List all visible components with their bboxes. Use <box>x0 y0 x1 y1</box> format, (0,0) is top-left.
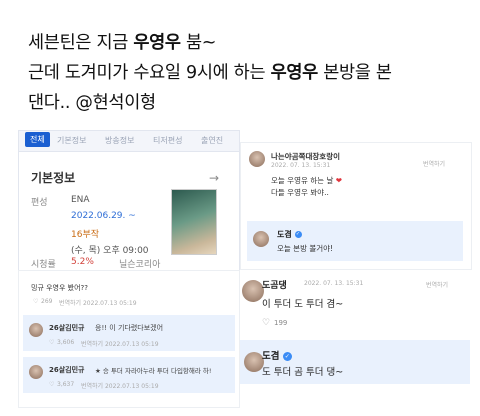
tweet-line-1: 세븐틴은 지금 우영우 붐~ <box>28 28 468 58</box>
comment-1-text: 응!! 이 기다렸다보겠어 <box>95 324 164 332</box>
tweet-line-2-pre: 근데 도겨미가 수요일 9시에 하는 <box>28 63 271 83</box>
heart-icon: ❤ <box>335 176 343 185</box>
comment-2: 26살김민규 ★ 승 투더 자라아누라 투더 다입항해라 하! ♡ 3,637 … <box>23 357 235 393</box>
arrow-icon[interactable]: → <box>209 171 219 185</box>
top-comment-likes: 269 <box>41 298 53 305</box>
verified-badge-icon: ✓ <box>282 352 292 361</box>
tweet-line-2-post: 본방을 본 <box>317 63 392 83</box>
avatar[interactable] <box>253 231 269 247</box>
row-value-date: 2022.06.29. ~ <box>71 211 136 221</box>
reply-author-name: 도겸 <box>277 230 292 239</box>
section-title: 기본정보 <box>31 171 76 185</box>
row-label-channel: 편성 <box>31 198 48 208</box>
top-comment-text: 밍규 우영우 봤어?? <box>31 284 88 292</box>
post-author[interactable]: 도곰댕 <box>262 278 287 291</box>
drama-poster-image[interactable] <box>171 189 217 255</box>
heart-icon[interactable]: ♡ <box>262 318 270 328</box>
comment-2-likes: 3,637 <box>57 381 75 388</box>
reply-author[interactable]: 도겸 ✓ <box>262 348 292 362</box>
row-value-channel: ENA <box>71 195 90 205</box>
reply-text: 오늘 본방 볼거야! <box>277 244 334 253</box>
post-date: 2022. 07. 13. 15:31 <box>304 280 364 287</box>
post-author[interactable]: 나는야곰쪽대장호랑이 <box>271 151 340 162</box>
row-value-rating: 5.2% <box>71 257 94 267</box>
tweet-text: 세븐틴은 지금 우영우 붐~ 근데 도겨미가 수요일 9시에 하는 우영우 본방… <box>28 28 468 118</box>
tweet-line-1-pre: 세븐틴은 지금 <box>28 33 134 53</box>
comment-1-name[interactable]: 26살김민규 <box>49 323 85 333</box>
translate-link[interactable]: 번역하기 <box>423 159 445 168</box>
right-bottom-post: 도곰댕 2022. 07. 13. 15:31 번역하기 이 투더 도 투더 겸… <box>240 270 470 408</box>
left-comments: 밍규 우영우 봤어?? ♡ 269 번역하기 2022.07.13 05:19 … <box>18 270 240 408</box>
top-comment-meta: 번역하기 2022.07.13 05:19 <box>59 300 137 307</box>
post-line-1-text: 오늘 우영유 하는 날 <box>271 176 334 185</box>
comment-2-meta: 번역하기 2022.07.13 05:19 <box>81 383 159 390</box>
avatar[interactable] <box>244 352 264 372</box>
row-value-episodes: 16부작 <box>71 230 100 240</box>
post-date: 2022. 07. 13. 15:31 <box>271 162 331 169</box>
tweet-line-1-post: 붐~ <box>180 33 217 53</box>
post-text: 이 투더 도 투더 겸~ <box>262 299 344 310</box>
tweet-line-2-bold: 우영우 <box>270 63 319 83</box>
comment-2-name[interactable]: 26살김민규 <box>49 365 85 375</box>
row-label-rating: 시청률 <box>31 260 56 270</box>
reply: 도겸 ✓ 도 투더 곰 투더 댕~ <box>240 340 470 384</box>
verified-badge-icon: ✓ <box>294 231 302 238</box>
reply: 도겸 ✓ 오늘 본방 볼거야! <box>247 221 463 261</box>
row-value-schedule: (수, 목) 오후 09:00 <box>71 246 149 256</box>
comment-1: 26살김민규 응!! 이 기다렸다보겠어 ♡ 3,606 번역하기 2022.0… <box>23 315 235 351</box>
tab-broadcast-info[interactable]: 방송정보 <box>105 135 134 146</box>
tab-all[interactable]: 전체 <box>25 132 50 147</box>
post-likes: 199 <box>274 319 288 327</box>
avatar[interactable] <box>242 280 264 302</box>
drama-info-panel: 전체 기본정보 방송정보 티저편성 출연진 기본정보 → 편성 ENA 2022… <box>18 130 240 272</box>
translate-link[interactable]: 번역하기 <box>426 280 448 289</box>
avatar[interactable] <box>29 365 43 379</box>
post-line-1: 오늘 우영유 하는 날 ❤ <box>271 175 342 186</box>
heart-icon[interactable]: ♡ <box>49 381 54 388</box>
tab-basic-info[interactable]: 기본정보 <box>57 135 86 146</box>
comment-1-likes: 3,606 <box>57 339 75 346</box>
right-top-post: 나는야곰쪽대장호랑이 2022. 07. 13. 15:31 번역하기 오늘 우… <box>240 142 472 270</box>
comment-2-text: ★ 승 투더 자라아누라 투더 다입항해라 하! <box>95 367 212 375</box>
heart-icon[interactable]: ♡ <box>33 298 38 305</box>
reply-text: 도 투더 곰 투더 댕~ <box>262 367 344 378</box>
tab-cast[interactable]: 출연진 <box>201 135 223 146</box>
row-value-rating-source: 닐슨코리아 <box>119 260 161 270</box>
comment-1-meta: 번역하기 2022.07.13 05:19 <box>81 341 159 348</box>
reply-author[interactable]: 도겸 ✓ <box>277 229 302 240</box>
heart-icon[interactable]: ♡ <box>49 339 54 346</box>
reply-author-name: 도겸 <box>262 351 280 362</box>
post-line-2: 다들 우영우 봐야.. <box>271 188 329 197</box>
tweet-line-2: 근데 도겨미가 수요일 9시에 하는 우영우 본방을 본 <box>28 58 468 88</box>
tweet-line-3: 댄다.. @현석이형 <box>28 93 156 113</box>
info-tabs: 전체 기본정보 방송정보 티저편성 출연진 <box>19 131 239 152</box>
tweet-line-1-bold: 우영우 <box>133 33 181 53</box>
avatar[interactable] <box>29 323 43 337</box>
tab-teaser[interactable]: 티저편성 <box>153 135 182 146</box>
avatar[interactable] <box>249 151 265 167</box>
